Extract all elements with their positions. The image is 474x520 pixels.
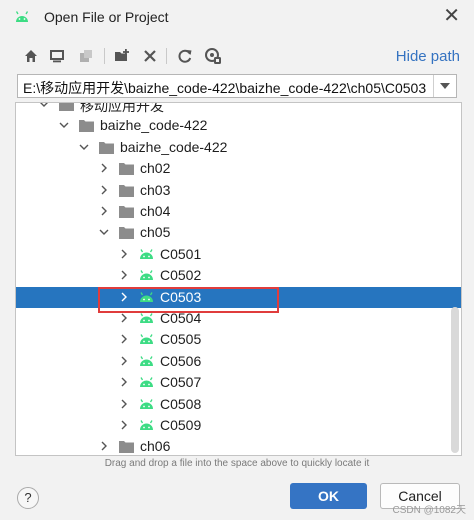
chevron-right-icon[interactable] [98,162,110,174]
tree-row-label: ch06 [140,438,171,455]
tree-row-label: ch03 [140,181,171,198]
chevron-right-icon[interactable] [118,269,130,281]
folder-icon [119,206,134,218]
tree-row[interactable]: C0508 [16,394,461,415]
folder-icon [59,103,74,111]
chevron-right-icon[interactable] [98,440,110,452]
path-field[interactable]: E:\移动应用开发\baizhe_code-422\baizhe_code-42… [17,74,457,98]
tree-row[interactable]: ch04 [16,201,461,222]
tree-row[interactable]: ch02 [16,158,461,179]
chevron-down-icon[interactable] [78,141,90,153]
folder-icon [99,141,114,154]
tree-row-label: C0506 [160,352,202,369]
tree-row-label: ch02 [140,160,171,177]
android-icon [140,355,153,366]
tree-scrollbar[interactable] [451,307,459,453]
toolbar: Hide path [0,42,474,70]
tree-row-label: C0509 [160,417,202,433]
android-icon [140,334,153,345]
android-icon [140,291,153,302]
folder-icon [79,120,94,133]
android-icon [140,398,153,409]
android-icon [140,377,153,388]
folder-icon [119,163,134,176]
close-button[interactable]: ✕ [443,6,460,26]
android-icon [140,248,153,259]
window-title: Open File or Project [44,9,169,25]
tree-row[interactable]: ch05 [16,222,461,243]
tree-row-label: C0505 [160,331,202,348]
new-folder-icon[interactable] [112,46,132,66]
toolbar-separator [104,48,105,64]
help-button[interactable]: ? [17,487,39,509]
home-icon[interactable] [21,46,41,66]
folder-icon [119,441,134,454]
chevron-right-icon[interactable] [118,248,130,260]
file-tree[interactable]: 移动应用开发 baizhe_code-422 baizhe_code-422 ch02… [15,102,462,456]
tree-row-label: baizhe_code-422 [100,117,208,134]
chevron-right-icon[interactable] [118,312,130,324]
project-icon[interactable] [76,46,96,66]
watermark: CSDN @1082天 [392,505,466,516]
tree-row[interactable]: C0501 [16,244,461,265]
hide-path-link[interactable]: Hide path [396,48,460,65]
tree-row[interactable]: C0506 [16,351,461,372]
chevron-down-icon[interactable] [98,226,110,238]
tree-row-label: C0501 [160,245,202,262]
tree-row-label: C0508 [160,395,202,412]
tree-row[interactable]: C0509 [16,415,461,436]
show-hidden-icon[interactable] [203,46,223,66]
title-bar: Open File or Project ✕ [0,0,474,36]
path-input[interactable]: E:\移动应用开发\baizhe_code-422\baizhe_code-42… [23,78,431,98]
chevron-right-icon[interactable] [118,291,130,303]
tree-row[interactable]: C0504 [16,308,461,329]
ok-button[interactable]: OK [290,483,367,509]
tree-row-label: C0507 [160,374,202,391]
chevron-right-icon[interactable] [118,419,130,431]
tree-row-label: ch04 [140,203,171,219]
folder-icon [119,227,134,240]
tree-row[interactable]: C0502 [16,265,461,286]
tree-row-label: 移动应用开发 [80,102,164,114]
tree-row-label: C0502 [160,267,202,284]
tree-row[interactable]: C0503 [16,286,461,308]
tree-row[interactable]: 移动应用开发 [16,102,461,115]
tree-row[interactable]: baizhe_code-422 [16,115,461,136]
path-history-dropdown[interactable] [433,75,456,97]
chevron-down-icon[interactable] [38,102,50,110]
refresh-icon[interactable] [175,46,195,66]
tree-row[interactable]: C0507 [16,372,461,393]
toolbar-separator [166,48,167,64]
tree-row[interactable]: ch03 [16,180,461,201]
chevron-right-icon[interactable] [98,205,110,217]
tree-row[interactable]: C0505 [16,329,461,350]
android-icon [140,420,153,430]
chevron-right-icon[interactable] [118,355,130,367]
android-icon [140,313,153,323]
drag-drop-hint: Drag and drop a file into the space abov… [104,458,370,469]
chevron-down-icon [440,83,450,89]
desktop-icon[interactable] [47,46,67,66]
android-icon [15,11,29,22]
delete-icon[interactable] [140,46,160,66]
chevron-right-icon[interactable] [118,398,130,410]
tree-row-label: C0503 [160,288,202,305]
chevron-right-icon[interactable] [118,333,130,345]
chevron-right-icon[interactable] [98,184,110,196]
tree-row-label: C0504 [160,310,202,326]
tree-row-label: ch05 [140,224,171,241]
chevron-down-icon[interactable] [58,119,70,131]
android-icon [140,270,153,281]
chevron-right-icon[interactable] [118,376,130,388]
tree-row-label: baizhe_code-422 [120,138,228,155]
folder-icon [119,184,134,197]
tree-row[interactable]: ch06 [16,436,461,455]
tree-row[interactable]: baizhe_code-422 [16,137,461,158]
